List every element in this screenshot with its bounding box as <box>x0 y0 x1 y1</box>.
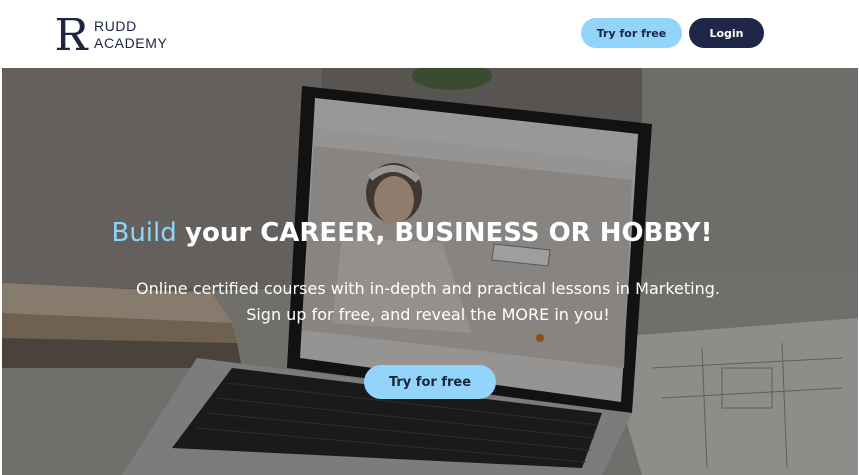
landing-page: Я RUDD ACADEMY Try for free Login Build … <box>0 0 859 475</box>
hero-try-for-free-button[interactable]: Try for free <box>364 365 496 399</box>
logo-line-1: RUDD <box>94 18 137 34</box>
login-button[interactable]: Login <box>689 18 764 48</box>
headline-accent: Build <box>111 218 186 248</box>
try-for-free-button[interactable]: Try for free <box>581 18 682 48</box>
subtext-line-1: Online certified courses with in-depth a… <box>136 279 720 298</box>
hero-subtext: Online certified courses with in-depth a… <box>2 276 854 328</box>
hero-headline: Build your CAREER, BUSINESS OR HOBBY! <box>2 218 822 248</box>
subtext-line-2: Sign up for free, and reveal the MORE in… <box>246 305 610 324</box>
hero-section: Build your CAREER, BUSINESS OR HOBBY! On… <box>2 68 858 475</box>
logo-mark: Я <box>54 10 90 61</box>
logo-line-2: ACADEMY <box>94 35 168 51</box>
hero-dark-overlay <box>2 68 858 475</box>
logo[interactable]: Я RUDD ACADEMY <box>54 10 167 61</box>
headline-main: your CAREER, BUSINESS OR HOBBY! <box>185 218 713 248</box>
logo-text: RUDD ACADEMY <box>94 18 167 52</box>
site-header: Я RUDD ACADEMY Try for free Login <box>0 0 859 69</box>
